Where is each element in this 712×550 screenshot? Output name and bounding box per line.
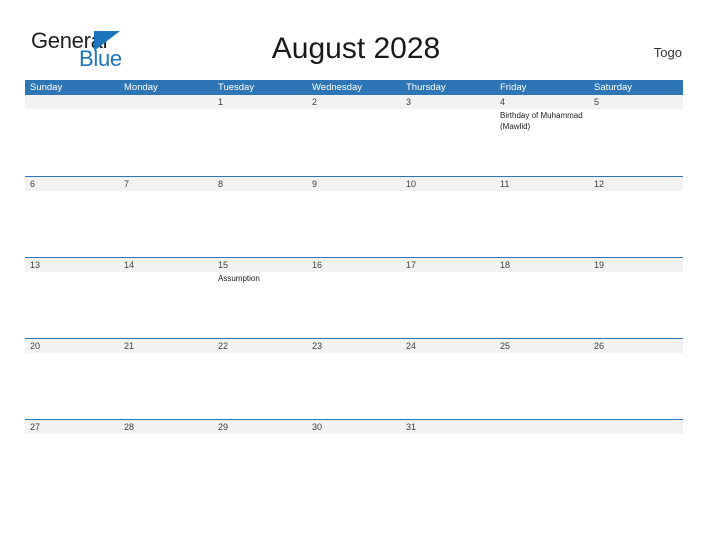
day-number: 8 [218, 179, 224, 189]
day-number: 1 [218, 97, 224, 107]
page-header: General Blue August 2028 Togo [0, 0, 712, 80]
weekday-header-thursday: Thursday [406, 82, 446, 93]
country-label: Togo [653, 45, 682, 60]
day-number: 15 [218, 260, 229, 270]
calendar-day-cell[interactable]: 23 [307, 339, 401, 419]
day-number: 18 [500, 260, 511, 270]
day-number: 16 [312, 260, 323, 270]
calendar-day-cell[interactable]: 16 [307, 258, 401, 338]
day-number [594, 420, 679, 434]
weekday-header-saturday: Saturday [594, 82, 633, 93]
weekday-header-sunday: Sunday [30, 82, 63, 93]
day-number: 21 [124, 341, 135, 351]
calendar-day-cell[interactable]: 5 [589, 95, 683, 176]
calendar-grid: Sunday Monday Tuesday Wednesday Thursday… [25, 80, 683, 443]
calendar-empty-cell [589, 420, 683, 443]
week-cells: 6 7 8 9 10 11 12 [25, 177, 683, 257]
day-number: 17 [406, 260, 417, 270]
calendar-day-cell[interactable]: 22 [213, 339, 307, 419]
day-number: 12 [594, 179, 605, 189]
day-events: Birthday of Muhammad (Mawlid) [500, 111, 585, 132]
day-number: 27 [30, 422, 41, 432]
holiday-event-label: Birthday of Muhammad (Mawlid) [500, 111, 583, 131]
calendar-day-cell[interactable]: 4 Birthday of Muhammad (Mawlid) [495, 95, 589, 176]
weekday-header-wednesday: Wednesday [312, 82, 362, 93]
day-number [124, 95, 209, 109]
day-number: 23 [312, 341, 323, 351]
calendar-day-cell[interactable]: 27 [25, 420, 119, 443]
day-number: 29 [218, 422, 229, 432]
day-number: 10 [406, 179, 417, 189]
day-number: 19 [594, 260, 605, 270]
day-number: 3 [406, 97, 412, 107]
calendar-week-row: 27 28 29 30 31 [25, 419, 683, 443]
day-number: 2 [312, 97, 318, 107]
day-number: 31 [406, 422, 417, 432]
calendar-weeks: 1 2 3 4 Birthday of Muhammad (Mawlid) 5 6 7 8 9 10… [25, 95, 683, 443]
calendar-day-cell[interactable]: 18 [495, 258, 589, 338]
day-number: 26 [594, 341, 605, 351]
day-number: 9 [312, 179, 318, 189]
calendar-day-cell[interactable]: 11 [495, 177, 589, 257]
week-cells: 13 14 15 Assumption 16 17 18 19 [25, 258, 683, 338]
calendar-empty-cell [119, 95, 213, 176]
day-number: 30 [312, 422, 323, 432]
calendar-day-cell[interactable]: 17 [401, 258, 495, 338]
calendar-day-cell[interactable]: 31 [401, 420, 495, 443]
calendar-week-row: 1 2 3 4 Birthday of Muhammad (Mawlid) 5 [25, 95, 683, 176]
calendar-day-cell[interactable]: 14 [119, 258, 213, 338]
week-cells: 1 2 3 4 Birthday of Muhammad (Mawlid) 5 [25, 95, 683, 176]
calendar-day-cell[interactable]: 24 [401, 339, 495, 419]
calendar-day-cell[interactable]: 15 Assumption [213, 258, 307, 338]
page-title: August 2028 [271, 32, 441, 65]
calendar-day-cell[interactable]: 2 [307, 95, 401, 176]
calendar-week-row: 13 14 15 Assumption 16 17 18 19 [25, 257, 683, 338]
day-number: 20 [30, 341, 41, 351]
calendar-day-cell[interactable]: 9 [307, 177, 401, 257]
calendar-day-cell[interactable]: 26 [589, 339, 683, 419]
calendar-day-cell[interactable]: 6 [25, 177, 119, 257]
day-number [30, 95, 115, 109]
calendar-day-cell[interactable]: 7 [119, 177, 213, 257]
weekday-header-monday: Monday [124, 82, 158, 93]
calendar-empty-cell [25, 95, 119, 176]
calendar-day-cell[interactable]: 29 [213, 420, 307, 443]
day-number: 4 [500, 97, 506, 107]
day-number: 13 [30, 260, 41, 270]
week-cells: 27 28 29 30 31 [25, 420, 683, 443]
calendar-day-cell[interactable]: 19 [589, 258, 683, 338]
calendar-day-cell[interactable]: 12 [589, 177, 683, 257]
day-number: 25 [500, 341, 511, 351]
calendar-day-cell[interactable]: 1 [213, 95, 307, 176]
day-number: 14 [124, 260, 135, 270]
day-number: 7 [124, 179, 130, 189]
weekday-header-row: Sunday Monday Tuesday Wednesday Thursday… [25, 80, 683, 95]
calendar-week-row: 20 21 22 23 24 25 26 [25, 338, 683, 419]
day-number: 5 [594, 97, 600, 107]
calendar-day-cell[interactable]: 30 [307, 420, 401, 443]
calendar-week-row: 6 7 8 9 10 11 12 [25, 176, 683, 257]
day-number: 22 [218, 341, 229, 351]
calendar-day-cell[interactable]: 20 [25, 339, 119, 419]
calendar-day-cell[interactable]: 3 [401, 95, 495, 176]
day-number [500, 420, 585, 434]
calendar-empty-cell [495, 420, 589, 443]
day-number: 6 [30, 179, 36, 189]
weekday-header-tuesday: Tuesday [218, 82, 255, 93]
calendar-day-cell[interactable]: 21 [119, 339, 213, 419]
holiday-event-label: Assumption [218, 274, 260, 283]
day-number: 11 [500, 179, 510, 189]
calendar-day-cell[interactable]: 28 [119, 420, 213, 443]
week-cells: 20 21 22 23 24 25 26 [25, 339, 683, 419]
calendar-day-cell[interactable]: 25 [495, 339, 589, 419]
weekday-header-friday: Friday [500, 82, 527, 93]
calendar-day-cell[interactable]: 10 [401, 177, 495, 257]
calendar-page: General Blue August 2028 Togo Sunday Mon… [0, 0, 712, 550]
day-events: Assumption [218, 274, 303, 285]
day-number: 28 [124, 422, 135, 432]
calendar-day-cell[interactable]: 8 [213, 177, 307, 257]
day-number: 24 [406, 341, 417, 351]
calendar-day-cell[interactable]: 13 [25, 258, 119, 338]
